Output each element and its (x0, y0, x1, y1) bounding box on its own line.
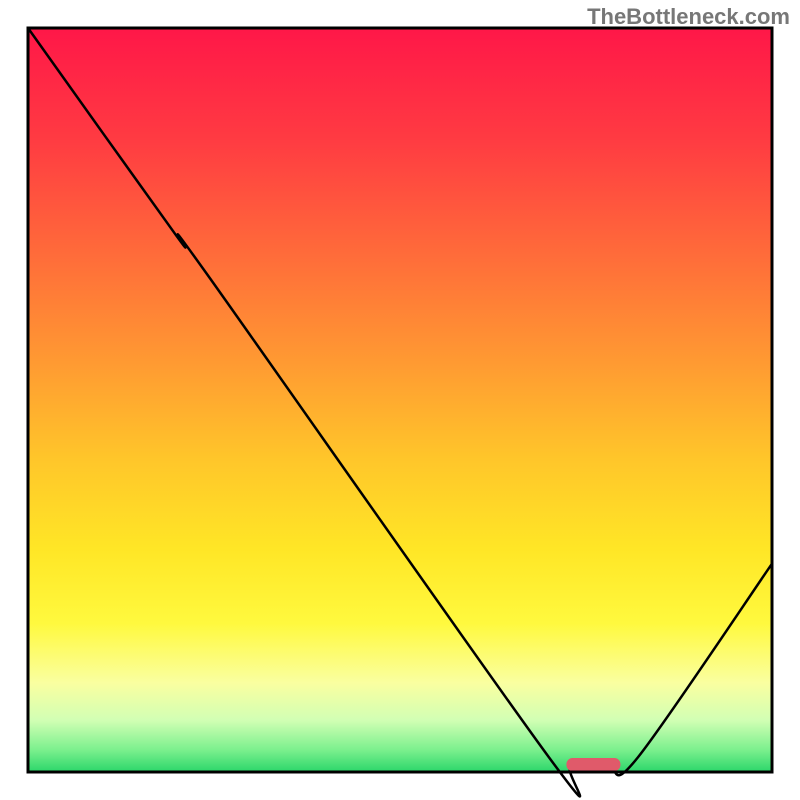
plot-background (28, 28, 772, 772)
chart-container: TheBottleneck.com (0, 0, 800, 800)
chart-svg (0, 0, 800, 800)
attribution-label: TheBottleneck.com (587, 4, 790, 30)
optimum-marker (566, 758, 620, 771)
